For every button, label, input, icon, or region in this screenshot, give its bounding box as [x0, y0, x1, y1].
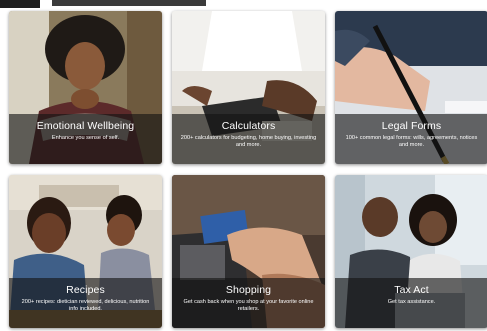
- card-title: Legal Forms: [381, 120, 442, 132]
- card-caption: Calculators 200+ calculators for budgeti…: [172, 114, 325, 164]
- card-caption: Recipes 200+ recipes: dietician reviewed…: [9, 278, 162, 328]
- card-legal-forms[interactable]: Legal Forms 100+ common legal forms: wil…: [335, 11, 487, 164]
- card-title: Emotional Wellbeing: [36, 120, 135, 132]
- card-title: Shopping: [225, 284, 272, 296]
- card-description: Enhance you sense of self.: [51, 135, 120, 141]
- card-calculators[interactable]: Calculators 200+ calculators for budgeti…: [172, 11, 325, 164]
- card-description: Get tax assistance.: [387, 299, 436, 305]
- card-description: 200+ calculators for budgeting, home buy…: [180, 135, 317, 148]
- card-emotional-wellbeing[interactable]: Emotional Wellbeing Enhance you sense of…: [9, 11, 162, 164]
- card-recipes[interactable]: Recipes 200+ recipes: dietician reviewed…: [9, 175, 162, 328]
- card-grid: Emotional Wellbeing Enhance you sense of…: [9, 11, 487, 331]
- top-bar: [52, 0, 206, 6]
- card-title: Tax Act: [394, 284, 429, 296]
- card-description: 200+ recipes: dietician reviewed, delici…: [21, 299, 150, 312]
- top-strip: [0, 0, 487, 8]
- card-title: Calculators: [221, 120, 276, 132]
- card-caption: Emotional Wellbeing Enhance you sense of…: [9, 114, 162, 164]
- card-description: Get cash back when you shop at your favo…: [183, 299, 314, 312]
- card-caption: Tax Act Get tax assistance.: [335, 278, 487, 328]
- card-caption: Shopping Get cash back when you shop at …: [172, 278, 325, 328]
- card-title: Recipes: [66, 284, 105, 296]
- card-shopping[interactable]: Shopping Get cash back when you shop at …: [172, 175, 325, 328]
- top-left-strip: [0, 0, 40, 8]
- card-caption: Legal Forms 100+ common legal forms: wil…: [335, 114, 487, 164]
- card-description: 100+ common legal forms: wills, agreemen…: [345, 135, 478, 148]
- card-tax-act[interactable]: Tax Act Get tax assistance.: [335, 175, 487, 328]
